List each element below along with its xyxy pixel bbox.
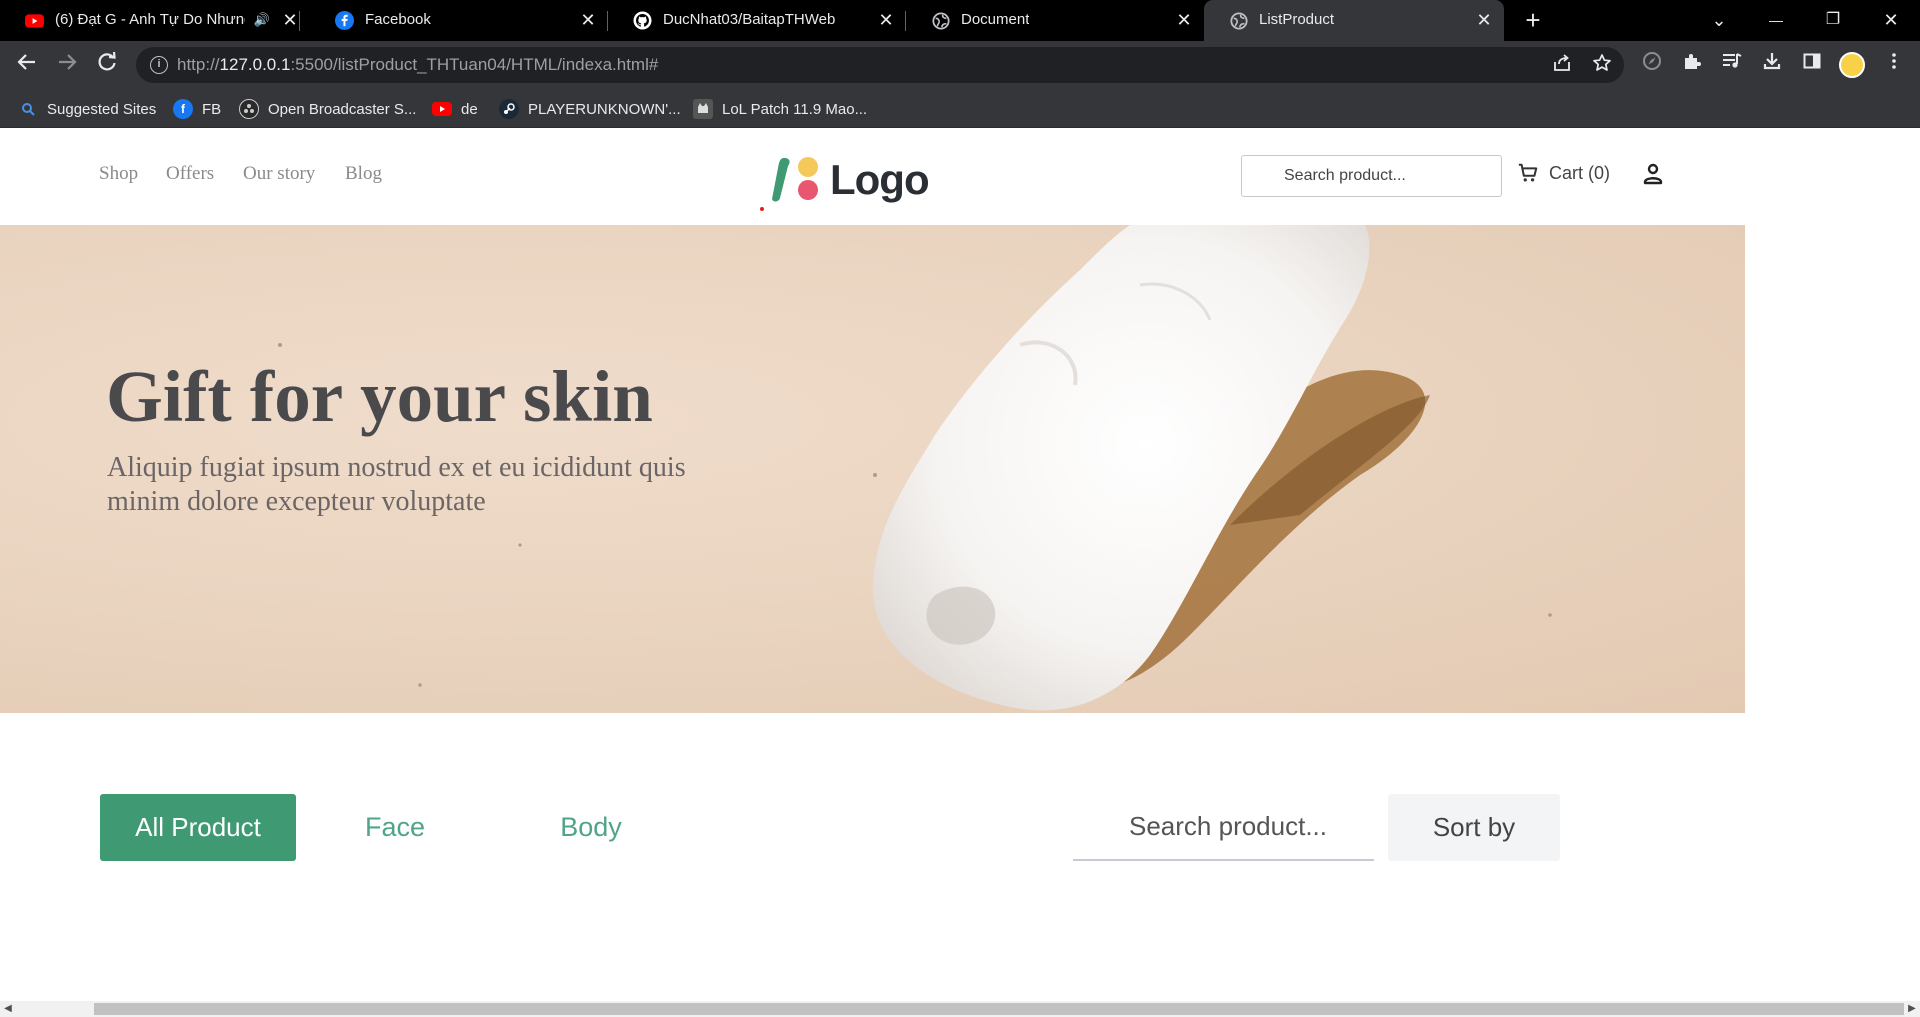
tab-title: Facebook (365, 11, 431, 28)
share-icon[interactable] (1550, 53, 1574, 77)
site-logo[interactable]: Logo (770, 154, 930, 206)
back-icon[interactable] (13, 51, 41, 79)
tab-search-icon[interactable]: ⌄ (1704, 6, 1734, 34)
header-search-input[interactable] (1242, 156, 1501, 196)
bookmarks-bar: Suggested Sites f FB Open Broadcaster S.… (0, 89, 1920, 128)
youtube-icon (25, 11, 44, 30)
window-close-icon[interactable]: ✕ (1876, 6, 1906, 34)
tab-separator (299, 11, 300, 31)
side-panel-icon[interactable] (1798, 51, 1826, 79)
nav-offers[interactable]: Offers (166, 163, 214, 185)
minimize-icon[interactable]: — (1761, 6, 1791, 34)
close-tab-icon[interactable]: ✕ (1474, 10, 1494, 30)
site-info-icon[interactable]: i (150, 56, 168, 74)
tab-listproduct[interactable]: ListProduct ✕ (1204, 0, 1504, 41)
url-path: :5500/listProduct_THTuan04/HTML/indexa.h… (290, 55, 659, 74)
github-icon (633, 11, 652, 30)
facebook-icon: f (173, 99, 193, 119)
cart-icon (1518, 163, 1538, 182)
filter-body[interactable]: Body (531, 794, 651, 861)
tab-facebook[interactable]: Facebook ✕ (310, 0, 608, 41)
scroll-right-icon[interactable]: ▶ (1904, 1001, 1920, 1017)
cart-button[interactable]: Cart (0) (1517, 162, 1610, 184)
download-icon[interactable] (1758, 51, 1786, 79)
browser-tab-strip: (6) Đạt G - Anh Tự Do Nhưng 🔊 ✕ Facebook… (0, 0, 1920, 41)
scrollbar-thumb[interactable] (94, 1003, 1904, 1015)
horizontal-scrollbar[interactable]: ◀ ▶ (0, 1001, 1920, 1017)
media-queue-icon[interactable] (1718, 51, 1746, 79)
tab-title: DucNhat03/BaitapTHWeb (663, 11, 836, 28)
scroll-left-icon[interactable]: ◀ (0, 1001, 16, 1017)
bookmark-fb[interactable]: f FB (173, 98, 221, 120)
bookmark-label: Suggested Sites (47, 100, 157, 118)
extensions-puzzle-icon[interactable] (1678, 51, 1706, 79)
cursor-dot (760, 207, 764, 211)
obs-icon (239, 99, 259, 119)
reload-icon[interactable] (93, 51, 121, 79)
tab-title: (6) Đạt G - Anh Tự Do Nhưng (55, 11, 245, 28)
hero-title: Gift for your skin (106, 356, 653, 437)
bookmark-lol-patch[interactable]: LoL Patch 11.9 Mao... (693, 98, 867, 120)
bookmark-label: PLAYERUNKNOWN'... (528, 100, 681, 118)
filter-face[interactable]: Face (335, 794, 455, 861)
bookmark-label: LoL Patch 11.9 Mao... (722, 100, 868, 118)
restore-icon[interactable]: ❐ (1818, 6, 1848, 34)
audio-icon[interactable]: 🔊 (252, 10, 272, 30)
bookmark-label: de (461, 100, 478, 118)
bookmark-suggested-sites[interactable]: Suggested Sites (18, 98, 156, 120)
bookmark-de[interactable]: de (432, 98, 478, 120)
page-viewport: Shop Offers Our story Blog Logo Cart (0) (0, 128, 1920, 1001)
cat-icon (693, 99, 713, 119)
nav-our-story[interactable]: Our story (243, 163, 315, 185)
globe-icon (931, 11, 950, 30)
profile-avatar[interactable] (1839, 52, 1865, 78)
close-tab-icon[interactable]: ✕ (1174, 10, 1194, 30)
tab-youtube[interactable]: (6) Đạt G - Anh Tự Do Nhưng 🔊 ✕ (0, 0, 300, 41)
hero-banner: Gift for your skin Aliquip fugiat ipsum … (0, 225, 1745, 713)
youtube-icon (432, 99, 452, 119)
close-tab-icon[interactable]: ✕ (578, 10, 598, 30)
search-icon (18, 99, 38, 119)
nav-blog[interactable]: Blog (345, 163, 382, 185)
new-tab-button[interactable]: + (1520, 7, 1546, 33)
product-search-input[interactable] (1073, 794, 1374, 859)
address-bar[interactable]: i http://127.0.0.1:5500/listProduct_THTu… (136, 47, 1624, 83)
address-url[interactable]: http://127.0.0.1:5500/listProduct_THTuan… (177, 55, 658, 75)
user-icon[interactable] (1643, 163, 1663, 185)
bookmark-pubg[interactable]: PLAYERUNKNOWN'... (499, 98, 681, 120)
bookmark-obs[interactable]: Open Broadcaster S... (239, 98, 416, 120)
star-icon[interactable] (1590, 53, 1614, 77)
close-tab-icon[interactable]: ✕ (280, 10, 300, 30)
tab-github[interactable]: DucNhat03/BaitapTHWeb ✕ (608, 0, 906, 41)
filter-all-product[interactable]: All Product (100, 794, 296, 861)
nav-shop[interactable]: Shop (99, 163, 138, 185)
url-scheme: http:// (177, 55, 220, 74)
facebook-icon (335, 11, 354, 30)
tab-title: Document (961, 11, 1030, 28)
globe-icon (1229, 11, 1248, 30)
header-search-field[interactable] (1241, 155, 1502, 197)
logo-mark-icon (772, 157, 818, 202)
tab-title: ListProduct (1259, 11, 1335, 28)
steam-icon (499, 99, 519, 119)
bookmark-label: Open Broadcaster S... (268, 100, 417, 118)
cart-label: Cart (0) (1549, 162, 1611, 183)
url-host: 127.0.0.1 (219, 55, 291, 74)
tab-document[interactable]: Document ✕ (906, 0, 1204, 41)
compass-extension-icon[interactable] (1638, 51, 1666, 79)
menu-icon[interactable] (1880, 51, 1908, 79)
site-header: Shop Offers Our story Blog Logo Cart (0) (0, 128, 1745, 225)
browser-toolbar: i http://127.0.0.1:5500/listProduct_THTu… (0, 41, 1920, 89)
product-search-field[interactable] (1073, 794, 1374, 861)
hero-subtitle: Aliquip fugiat ipsum nostrud ex et eu ic… (107, 452, 686, 517)
logo-text: Logo (830, 156, 930, 203)
sort-by-button[interactable]: Sort by (1388, 794, 1560, 861)
bookmark-label: FB (202, 100, 222, 118)
close-tab-icon[interactable]: ✕ (876, 10, 896, 30)
forward-icon[interactable] (53, 51, 81, 79)
